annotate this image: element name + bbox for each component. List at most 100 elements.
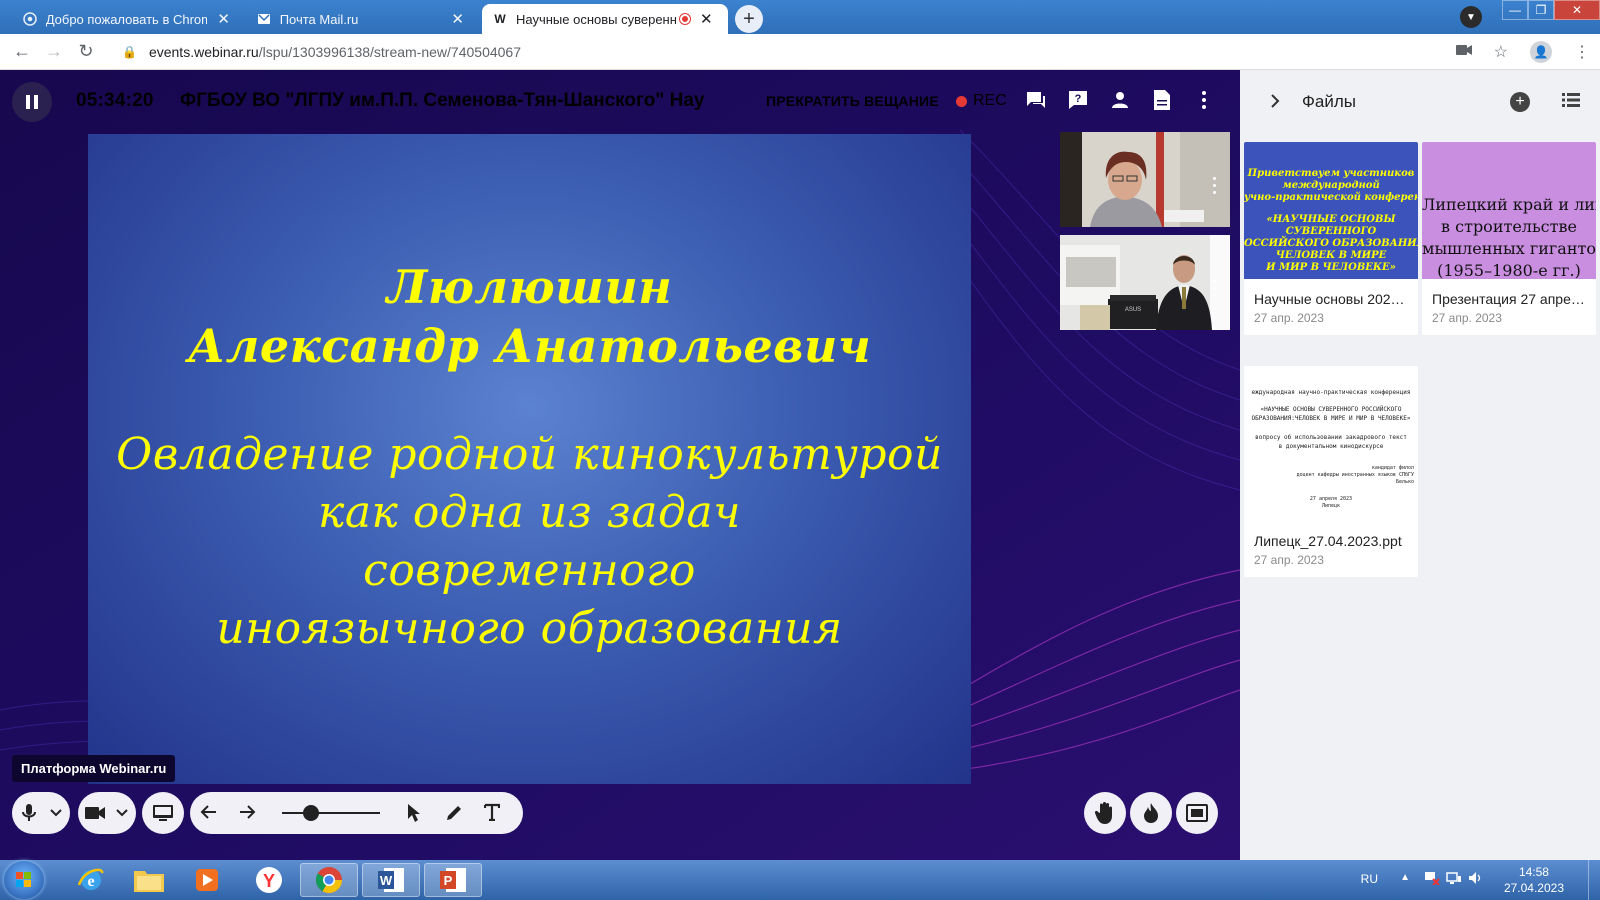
tab-title: Добро пожаловать в Chrome!	[45, 11, 208, 27]
video-menu-icon[interactable]	[1213, 280, 1216, 297]
show-desktop-button[interactable]	[1588, 860, 1600, 900]
layout-button[interactable]	[1176, 792, 1218, 834]
start-button[interactable]	[4, 861, 44, 899]
chat-icon[interactable]	[1024, 86, 1048, 114]
raise-hand-button[interactable]	[1084, 792, 1126, 834]
file-explorer-icon[interactable]	[120, 863, 178, 897]
tab-chrome-welcome[interactable]: Добро пожаловать в Chrome! ✕	[12, 4, 240, 34]
new-tab-button[interactable]: +	[735, 5, 763, 33]
microphone-icon[interactable]	[12, 803, 46, 823]
flame-icon	[1144, 803, 1158, 823]
video-menu-icon[interactable]	[1213, 177, 1216, 194]
back-arrow-icon[interactable]: ←	[6, 41, 38, 62]
close-icon[interactable]: ✕	[451, 10, 464, 28]
thumb-line: 27 апреля 2023	[1309, 496, 1353, 502]
profile-avatar-icon[interactable]: 👤	[1530, 41, 1552, 63]
prev-slide-icon[interactable]	[200, 803, 218, 821]
platform-watermark: Платформа Webinar.ru	[12, 755, 176, 782]
tab-mail[interactable]: Почта Mail.ru ✕	[246, 4, 474, 34]
thumb-line: еждународная научно-практическая конфере…	[1251, 389, 1411, 396]
internet-explorer-icon[interactable]: e	[62, 863, 120, 897]
more-menu-icon[interactable]	[1192, 86, 1216, 114]
next-slide-icon[interactable]	[238, 803, 256, 821]
language-indicator[interactable]: RU	[1361, 872, 1378, 886]
thumb-line: ЧЕЛОВЕК В МИРЕ	[1275, 250, 1387, 261]
svg-text:?: ?	[1075, 93, 1082, 105]
zoom-slider-track[interactable]	[282, 812, 380, 814]
powerpoint-icon[interactable]: P	[424, 863, 482, 897]
list-view-icon[interactable]	[1562, 92, 1580, 113]
stop-broadcast-button[interactable]: ПРЕКРАТИТЬ ВЕЩАНИЕ	[766, 93, 939, 109]
video-tile-speaker-1[interactable]	[1060, 132, 1230, 227]
speaker-video-image: ASUS	[1060, 235, 1230, 330]
svg-text:P: P	[444, 873, 453, 888]
mail-icon	[256, 11, 272, 27]
word-icon[interactable]: W	[362, 863, 420, 897]
chrome-taskbar-icon[interactable]	[300, 863, 358, 897]
tab-title: Почта Mail.ru	[279, 11, 359, 27]
pause-button[interactable]	[12, 82, 52, 122]
add-file-icon[interactable]: +	[1510, 92, 1530, 112]
network-icon[interactable]	[1446, 871, 1462, 888]
video-tile-speaker-2[interactable]: ASUS	[1060, 235, 1230, 330]
system-clock[interactable]: 14:58 27.04.2023	[1504, 864, 1564, 896]
stream-timer: 05:34:20	[76, 90, 154, 111]
rec-dot-icon	[956, 95, 967, 107]
thumb-line: в документальном кинодискурсе	[1278, 443, 1384, 450]
text-tool-icon[interactable]	[484, 803, 500, 821]
close-icon[interactable]: ✕	[217, 10, 230, 28]
zoom-slider-handle[interactable]	[303, 805, 319, 821]
media-player-icon[interactable]	[178, 863, 236, 897]
rec-indicator[interactable]: REC	[956, 92, 1007, 110]
file-date: 27 апр. 2023	[1254, 553, 1324, 567]
monitor-icon	[153, 805, 173, 821]
picture-in-picture-icon	[1186, 804, 1208, 822]
files-panel-title: Файлы	[1302, 92, 1357, 111]
show-hidden-icons-icon[interactable]: ▲	[1400, 872, 1410, 883]
url-field[interactable]: 🔒 events.webinar.ru/lspu/1303996138/stre…	[122, 44, 521, 60]
chevron-down-icon[interactable]	[46, 809, 66, 817]
collapse-panel-icon[interactable]	[1270, 92, 1280, 113]
screen-share-button[interactable]	[142, 792, 184, 834]
files-icon[interactable]	[1150, 86, 1174, 114]
action-center-icon[interactable]	[1424, 871, 1440, 888]
thumb-line: вопросу об использовании закадрового тек…	[1255, 434, 1407, 441]
chrome-profile-icon[interactable]: ▼	[1460, 6, 1482, 28]
pen-icon[interactable]	[444, 803, 464, 823]
thumb-line: кандидат филол	[1371, 465, 1414, 471]
thumb-line: «НАУЧНЫЕ ОСНОВЫ	[1266, 214, 1396, 225]
volume-icon[interactable]	[1468, 871, 1484, 888]
camera-icon[interactable]	[1455, 43, 1472, 61]
camera-control[interactable]	[78, 792, 136, 834]
close-window-button[interactable]: ✕	[1554, 0, 1600, 20]
file-thumbnail: Приветствуем участников международной уч…	[1244, 142, 1418, 279]
bookmark-star-icon[interactable]: ☆	[1494, 42, 1508, 62]
maximize-button[interactable]: ❐	[1528, 0, 1554, 20]
rec-label: REC	[973, 92, 1007, 109]
reactions-button[interactable]	[1130, 792, 1172, 834]
file-name: Липецк_27.04.2023.ppt	[1254, 533, 1402, 549]
file-card[interactable]: Липецкий край и липча в строительстве мы…	[1422, 142, 1596, 335]
questions-icon[interactable]: ?	[1066, 86, 1090, 114]
yandex-browser-icon[interactable]: Y	[240, 863, 298, 897]
file-card[interactable]: Приветствуем участников международной уч…	[1244, 142, 1418, 335]
file-date: 27 апр. 2023	[1254, 311, 1324, 325]
microphone-control[interactable]	[12, 792, 70, 834]
files-panel-header: Файлы +	[1240, 70, 1600, 134]
video-camera-icon[interactable]	[78, 806, 112, 820]
presentation-slide: Люлюшин Александр Анатольевич Овладение …	[88, 134, 971, 784]
menu-dots-icon[interactable]: ⋮	[1574, 42, 1590, 62]
participants-icon[interactable]	[1108, 86, 1132, 114]
chevron-down-icon[interactable]	[112, 809, 132, 817]
tab-webinar-active[interactable]: W Научные основы суверенн ✕	[482, 4, 728, 34]
file-thumbnail: Липецкий край и липча в строительстве мы…	[1422, 142, 1596, 279]
close-icon[interactable]: ✕	[700, 10, 713, 28]
file-name: Презентация 27 апре…	[1432, 291, 1585, 307]
reload-icon[interactable]: ↻	[70, 41, 102, 62]
pointer-cursor-icon[interactable]	[407, 803, 421, 823]
forward-arrow-icon[interactable]: →	[38, 41, 70, 62]
thumb-line: мышленных гигантов И	[1422, 239, 1596, 258]
svg-text:e: e	[87, 873, 94, 890]
file-card[interactable]: еждународная научно-практическая конфере…	[1244, 366, 1418, 577]
minimize-button[interactable]: —	[1502, 0, 1528, 20]
